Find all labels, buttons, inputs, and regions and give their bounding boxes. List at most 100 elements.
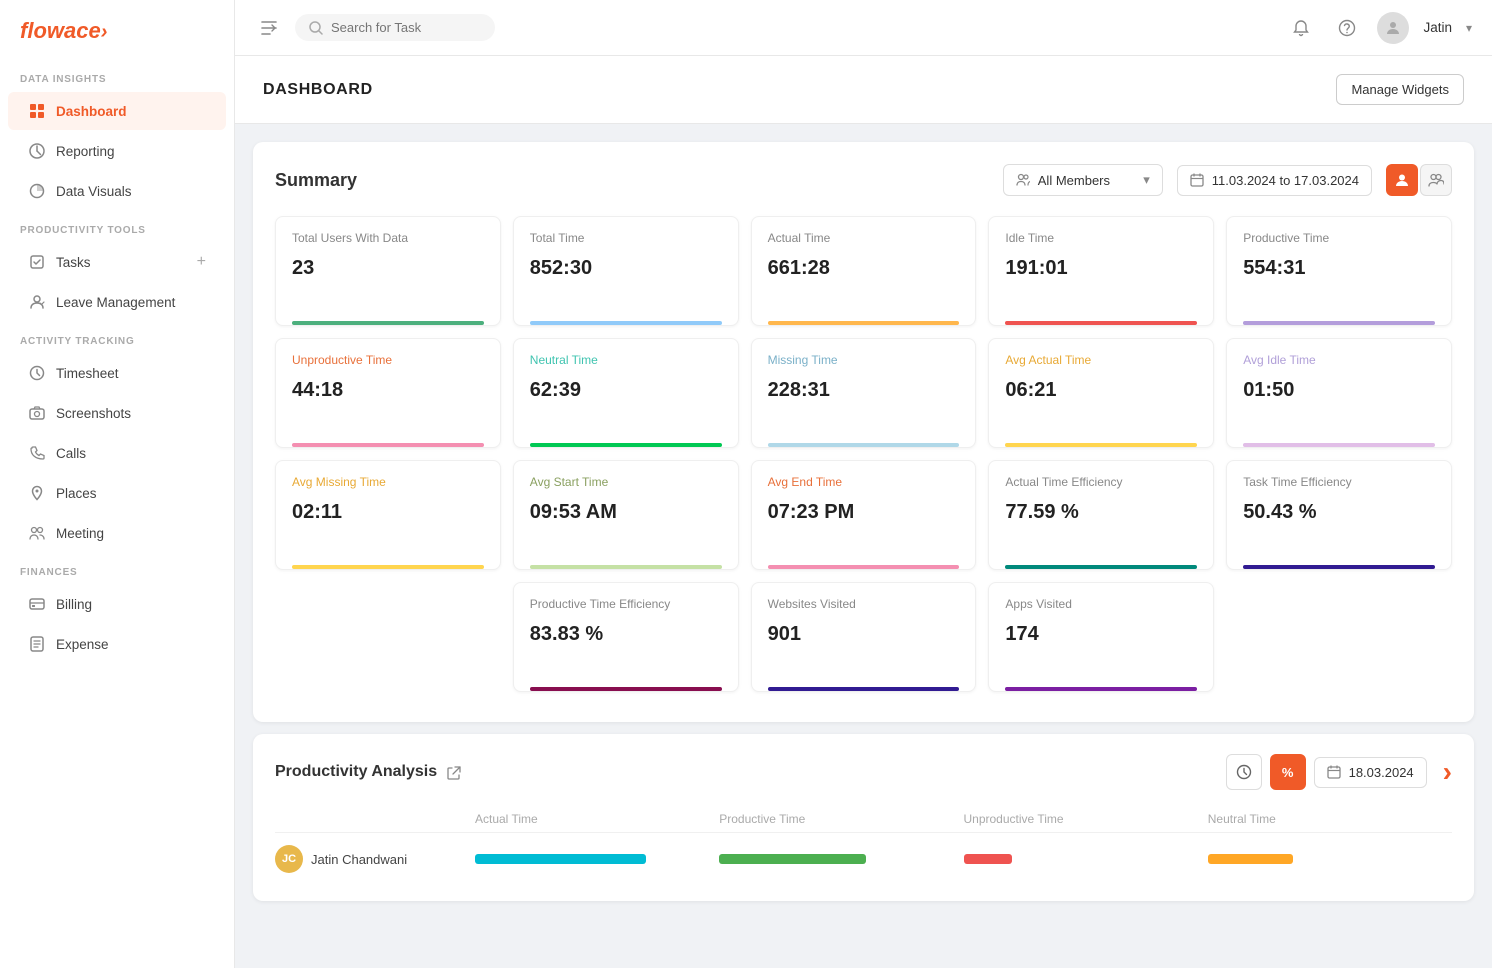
search-bar[interactable] [295, 14, 495, 41]
metric-neutral-time: Neutral Time 62:39 [513, 338, 739, 448]
table-row: JC Jatin Chandwani [275, 837, 1452, 881]
metric-bar [768, 565, 960, 569]
metrics-row-1: Total Users With Data 23 Total Time 852:… [275, 216, 1452, 326]
logo: flowace› [0, 0, 234, 60]
metric-avg-idle-time: Avg Idle Time 01:50 [1226, 338, 1452, 448]
meeting-icon [28, 524, 46, 542]
sidebar-item-meeting[interactable]: Meeting [8, 514, 226, 552]
sidebar-item-dashboard[interactable]: Dashboard [8, 92, 226, 130]
metric-bar [768, 321, 960, 325]
metric-missing-time: Missing Time 228:31 [751, 338, 977, 448]
camera-icon [28, 404, 46, 422]
actual-time-bar-cell [475, 851, 719, 867]
percentage-filter-button[interactable]: % [1270, 754, 1306, 790]
date-filter[interactable]: 11.03.2024 to 17.03.2024 [1177, 165, 1372, 196]
metric-value: 07:23 PM [768, 501, 960, 553]
user-name-label: Jatin [1423, 20, 1452, 35]
col-header-actual-time: Actual Time [475, 812, 719, 826]
section-label-finances: FINANCES [0, 553, 234, 584]
sidebar-collapse-button[interactable] [255, 14, 283, 42]
metric-value: 83.83 % [530, 623, 722, 675]
metric-value: 06:21 [1005, 379, 1197, 431]
help-button[interactable] [1331, 12, 1363, 44]
sidebar-item-calls[interactable]: Calls [8, 434, 226, 472]
productivity-date-filter[interactable]: 18.03.2024 [1314, 757, 1427, 788]
col-header-user [275, 812, 475, 826]
sidebar-item-leave-management[interactable]: Leave Management [8, 283, 226, 321]
metric-value: 02:11 [292, 501, 484, 553]
productivity-table-header: Actual Time Productive Time Unproductive… [275, 806, 1452, 833]
metric-label: Websites Visited [768, 597, 960, 611]
sidebar-item-billing[interactable]: Billing [8, 585, 226, 623]
metric-value: 228:31 [768, 379, 960, 431]
user-avatar [1377, 12, 1409, 44]
metric-websites-visited: Websites Visited 901 [751, 582, 977, 692]
metric-bar [530, 443, 722, 447]
external-link-icon[interactable] [447, 764, 461, 780]
tasks-add-button[interactable]: + [197, 253, 206, 271]
sidebar-item-label: Tasks [56, 255, 91, 270]
search-input[interactable] [331, 20, 471, 35]
metric-productive-time-efficiency: Productive Time Efficiency 83.83 % [513, 582, 739, 692]
summary-title: Summary [275, 170, 989, 191]
single-user-filter-button[interactable] [1386, 164, 1418, 196]
multi-user-filter-button[interactable] [1420, 164, 1452, 196]
user-menu-chevron-icon[interactable]: ▾ [1466, 21, 1472, 35]
sidebar-item-screenshots[interactable]: Screenshots [8, 394, 226, 432]
sidebar-item-reporting[interactable]: Reporting [8, 132, 226, 170]
sidebar-item-label: Timesheet [56, 366, 119, 381]
metric-value: 191:01 [1005, 257, 1197, 309]
metric-label: Apps Visited [1005, 597, 1197, 611]
metric-productive-time: Productive Time 554:31 [1226, 216, 1452, 326]
sidebar-item-places[interactable]: Places [8, 474, 226, 512]
metric-label: Productive Time [1243, 231, 1435, 245]
pie-chart-icon [28, 182, 46, 200]
page-title: DASHBOARD [263, 81, 373, 99]
members-filter-dropdown[interactable]: All Members ▾ [1003, 164, 1163, 196]
productivity-title: Productivity Analysis [275, 763, 437, 781]
manage-widgets-button[interactable]: Manage Widgets [1336, 74, 1464, 105]
sidebar-item-label: Reporting [56, 144, 115, 159]
metric-label: Total Time [530, 231, 722, 245]
sidebar-item-label: Calls [56, 446, 86, 461]
productivity-controls: % 18.03.2024 › [1226, 754, 1452, 790]
metric-actual-time-efficiency: Actual Time Efficiency 77.59 % [988, 460, 1214, 570]
metric-value: 23 [292, 257, 484, 309]
sidebar-item-expense[interactable]: Expense [8, 625, 226, 663]
grid-icon [28, 102, 46, 120]
metric-label: Avg Idle Time [1243, 353, 1435, 367]
main-content: Jatin ▾ DASHBOARD Manage Widgets Summary [235, 0, 1492, 968]
billing-icon [28, 595, 46, 613]
neutral-time-bar-cell [1208, 851, 1452, 867]
metric-label: Missing Time [768, 353, 960, 367]
metric-label: Actual Time [768, 231, 960, 245]
sidebar-item-label: Dashboard [56, 104, 127, 119]
metric-bar [768, 687, 960, 691]
productivity-title-row: Productivity Analysis [275, 763, 461, 781]
productivity-analysis-card: Productivity Analysis [253, 734, 1474, 901]
metric-avg-actual-time: Avg Actual Time 06:21 [988, 338, 1214, 448]
metrics-row-2: Unproductive Time 44:18 Neutral Time 62:… [275, 338, 1452, 448]
sidebar-item-label: Meeting [56, 526, 104, 541]
sidebar-item-label: Expense [56, 637, 109, 652]
time-filter-button[interactable] [1226, 754, 1262, 790]
productivity-date-label: 18.03.2024 [1349, 765, 1414, 780]
metric-bar [1243, 565, 1435, 569]
section-label-activity-tracking: ACTIVITY TRACKING [0, 322, 234, 353]
metric-idle-time: Idle Time 191:01 [988, 216, 1214, 326]
metric-bar [292, 443, 484, 447]
metrics-row-3: Avg Missing Time 02:11 Avg Start Time 09… [275, 460, 1452, 570]
phone-icon [28, 444, 46, 462]
metric-value: 174 [1005, 623, 1197, 675]
sidebar-item-data-visuals[interactable]: Data Visuals [8, 172, 226, 210]
metric-bar [530, 687, 722, 691]
metric-value: 09:53 AM [530, 501, 722, 553]
metric-bar [530, 321, 722, 325]
user-filter-icons [1386, 164, 1452, 196]
notification-bell-button[interactable] [1285, 12, 1317, 44]
metric-label: Neutral Time [530, 353, 722, 367]
sidebar-item-tasks[interactable]: Tasks + [8, 243, 226, 281]
section-label-productivity-tools: PRODUCTIVITY TOOLS [0, 211, 234, 242]
sidebar-item-timesheet[interactable]: Timesheet [8, 354, 226, 392]
metric-bar [1243, 443, 1435, 447]
